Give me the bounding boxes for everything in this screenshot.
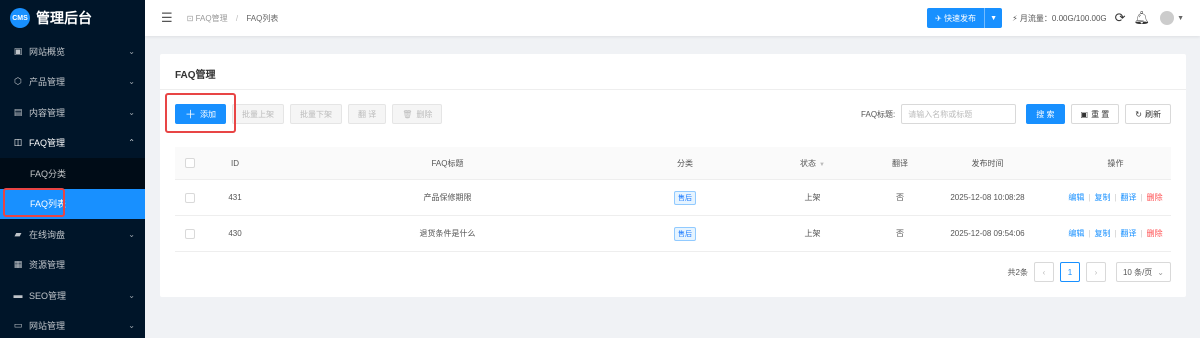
breadcrumb-current: FAQ列表 [246, 13, 279, 23]
bell-icon[interactable]: 🔔︎ [1134, 10, 1151, 26]
sidebar-item-faq[interactable]: ◫ FAQ管理 ⌃ [0, 128, 145, 159]
copy-link[interactable]: 复制 [1094, 193, 1110, 202]
select-all-checkbox[interactable] [185, 158, 195, 168]
faq-icon: ◫ [13, 137, 23, 148]
breadcrumb: ⊡ FAQ管理 / FAQ列表 [186, 13, 279, 23]
chevron-down-icon: ⌄ [128, 321, 135, 331]
category-tag: 售后 [674, 226, 696, 241]
table-row: 430 退货条件是什么 售后 上架 否 2025-12-08 09:54:06 … [175, 216, 1171, 252]
table-row: 431 产品保修期限 售后 上架 否 2025-12-08 10:08:28 编… [175, 180, 1171, 216]
sidebar-item-site[interactable]: ▭ 网站管理 ⌄ [0, 311, 145, 338]
sort-icon[interactable]: ▼ [819, 162, 825, 168]
search-button[interactable]: 搜 索 [1026, 104, 1065, 124]
reset-icon: ▣ [1080, 109, 1089, 119]
page-button[interactable]: 1 [1059, 262, 1080, 282]
logo: CMS 管理后台 [0, 0, 145, 36]
menu-fold-icon[interactable]: ☰ [161, 10, 173, 26]
traffic-usage: ⚡ 月流量：0.00G/100.00G [1012, 13, 1107, 23]
chevron-down-icon: ⌄ [128, 46, 135, 56]
toolbar: ＋ 添加 批量上架 批量下架 翻 译 🗑︎ 删除 [175, 104, 448, 124]
row-checkbox[interactable] [185, 192, 195, 203]
row-checkbox[interactable] [185, 228, 195, 239]
logo-badge: CMS [10, 8, 30, 28]
sidebar-item-overview[interactable]: ▣ 网站概览 ⌄ [0, 36, 145, 67]
faq-card: FAQ管理 ＋ 添加 批量上架 批量下架 翻 译 🗑︎ 删除 FAQ标题: 搜 … [160, 54, 1186, 297]
page-title: FAQ管理 [175, 70, 216, 81]
window-icon: ▭ [13, 320, 23, 331]
search-input[interactable] [901, 104, 1017, 124]
chevron-down-icon: ⌄ [128, 77, 135, 87]
page-size-select[interactable]: 10 条/页 ⌄ [1115, 262, 1171, 282]
monitor-icon: ▣ [13, 45, 23, 56]
breadcrumb-item[interactable]: FAQ管理 [196, 14, 228, 23]
plus-icon: ＋ [185, 109, 196, 121]
avatar[interactable] [1160, 11, 1175, 25]
pagination: 共2条 ‹ 1 › 10 条/页 ⌄ [1007, 262, 1171, 282]
batch-publish-button[interactable]: 批量上架 [232, 104, 284, 124]
divider [160, 89, 1186, 90]
chevron-down-icon: ⌄ [128, 290, 135, 300]
status-header[interactable]: 状态 ▼ [740, 158, 885, 169]
refresh-button[interactable]: ↻ 刷新 [1125, 104, 1171, 124]
caret-down-icon[interactable]: ▼ [1177, 15, 1184, 22]
top-header: ☰ ⊡ FAQ管理 / FAQ列表 ✈ 快速发布 ▼ ⚡ 月流量：0.00G/1… [145, 0, 1200, 36]
row-actions: 编辑 | 复制 | 翻译 | 删除 [1068, 229, 1163, 238]
chevron-down-icon: ⌄ [1157, 267, 1164, 277]
chevron-down-icon: ⌄ [128, 107, 135, 117]
add-button[interactable]: ＋ 添加 [175, 104, 226, 124]
sidebar-subitem-faq-list[interactable]: FAQ列表 [0, 188, 145, 219]
sidebar-subitem-faq-category[interactable]: FAQ分类 [0, 158, 145, 189]
folder-icon: ▦ [13, 259, 23, 270]
delete-button[interactable]: 🗑︎ 删除 [392, 104, 443, 124]
translate-link[interactable]: 翻译 [1121, 193, 1137, 202]
seo-icon: ▬ [13, 290, 23, 301]
total-count: 共2条 [1007, 267, 1028, 277]
prev-page-button[interactable]: ‹ [1033, 262, 1054, 282]
send-icon: ✈ [935, 13, 945, 23]
document-icon: ▤ [13, 106, 23, 117]
copy-link[interactable]: 复制 [1094, 229, 1110, 238]
sidebar: CMS 管理后台 ▣ 网站概览 ⌄ ⬡ 产品管理 ⌄ ▤ 内容管理 ⌄ ◫ FA… [0, 0, 145, 338]
translate-button[interactable]: 翻 译 [348, 104, 387, 124]
next-page-button[interactable]: › [1085, 262, 1106, 282]
search-label: FAQ标题: [861, 109, 896, 119]
chevron-up-icon: ⌃ [128, 138, 135, 148]
cube-icon: ⬡ [14, 76, 22, 87]
translate-icon[interactable]: ⟳ [1115, 10, 1126, 26]
sidebar-item-seo[interactable]: ▬ SEO管理 ⌄ [0, 280, 145, 311]
sidebar-item-inquiry[interactable]: ▰ 在线询盘 ⌄ [0, 219, 145, 250]
traffic-icon: ⚡ [1012, 13, 1018, 23]
trash-icon: 🗑︎ [402, 109, 413, 119]
sidebar-item-resources[interactable]: ▦ 资源管理 [0, 250, 145, 281]
sidebar-item-products[interactable]: ⬡ 产品管理 ⌄ [0, 67, 145, 98]
delete-link[interactable]: 删除 [1147, 193, 1163, 202]
translate-link[interactable]: 翻译 [1121, 229, 1137, 238]
table-header: ID FAQ标题 分类 状态 ▼ 翻译 发布时间 操作 [175, 147, 1171, 180]
edit-link[interactable]: 编辑 [1068, 229, 1084, 238]
chevron-down-icon: ⌄ [128, 229, 135, 239]
app-title: 管理后台 [36, 10, 92, 26]
category-tag: 售后 [674, 190, 696, 205]
batch-unpublish-button[interactable]: 批量下架 [290, 104, 342, 124]
row-actions: 编辑 | 复制 | 翻译 | 删除 [1068, 193, 1163, 202]
delete-link[interactable]: 删除 [1147, 229, 1163, 238]
faq-table: ID FAQ标题 分类 状态 ▼ 翻译 发布时间 操作 431 产品保修期限 售后… [175, 147, 1171, 252]
sidebar-item-content[interactable]: ▤ 内容管理 ⌄ [0, 97, 145, 128]
edit-link[interactable]: 编辑 [1068, 193, 1084, 202]
quick-publish-button[interactable]: ✈ 快速发布 ▼ [927, 8, 1003, 28]
search-area: FAQ标题: 搜 索 ▣ 重 置 ↻ 刷新 [861, 104, 1171, 124]
publish-dropdown-icon[interactable]: ▼ [984, 8, 1003, 28]
chat-icon: ▰ [14, 228, 22, 239]
reset-button[interactable]: ▣ 重 置 [1070, 104, 1120, 124]
refresh-icon: ↻ [1135, 109, 1142, 119]
breadcrumb-icon: ⊡ [186, 13, 196, 23]
